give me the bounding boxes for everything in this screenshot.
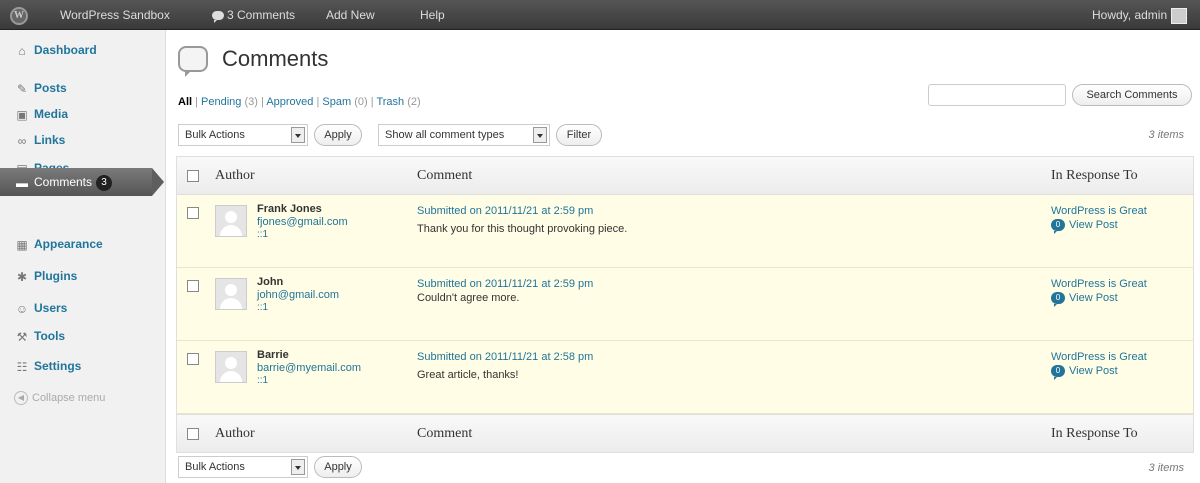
pending-count-badge: 3 — [96, 174, 113, 191]
column-comment-header: Comment — [417, 168, 473, 183]
sidebar-item-links[interactable]: ∞ Links — [0, 126, 166, 154]
comment-count-bubble-icon: 0 — [1051, 365, 1065, 381]
filter-all-link[interactable]: All — [178, 96, 192, 108]
comments-table: Author Comment In Response To Frank Jone… — [176, 156, 1194, 453]
site-name-link[interactable]: WordPress Sandbox — [60, 0, 170, 30]
sidebar-item-tools[interactable]: ⚒ Tools — [0, 322, 166, 350]
view-post-link[interactable]: 0 View Post — [1051, 219, 1118, 235]
author-name: John — [257, 276, 284, 288]
apply-button-bottom[interactable]: Apply — [314, 456, 362, 478]
filter-button[interactable]: Filter — [556, 124, 602, 146]
search-input[interactable] — [928, 84, 1066, 106]
view-post-link[interactable]: 0 View Post — [1051, 292, 1118, 308]
table-row: John john@gmail.com ::1 Submitted on 201… — [177, 268, 1193, 341]
comment-type-select[interactable]: Show all comment types — [378, 124, 550, 146]
sidebar-item-settings[interactable]: ☷ Settings — [0, 352, 166, 380]
author-ip-link[interactable]: ::1 — [257, 375, 268, 386]
add-new-link[interactable]: Add New — [326, 0, 375, 30]
comment-count-bubble-icon: 0 — [1051, 292, 1065, 308]
plugins-icon: ✱ — [16, 269, 28, 284]
chevron-down-icon — [291, 127, 305, 143]
filter-spam-link[interactable]: Spam (0) — [322, 96, 367, 108]
links-icon: ∞ — [17, 133, 27, 148]
author-email-link[interactable]: john@gmail.com — [257, 289, 339, 301]
comment-text: Couldn't agree more. — [417, 292, 520, 304]
sidebar-item-plugins[interactable]: ✱ Plugins — [0, 262, 166, 290]
collapse-menu-button[interactable]: ◀ Collapse menu — [0, 384, 166, 412]
avatar — [215, 351, 247, 383]
column-author-header[interactable]: Author — [215, 157, 255, 195]
avatar — [1171, 7, 1188, 24]
help-link[interactable]: Help — [420, 0, 445, 30]
submitted-date-link[interactable]: Submitted on 2011/11/21 at 2:59 pm — [417, 278, 593, 290]
select-all-checkbox[interactable] — [187, 170, 199, 182]
users-icon: ☺ — [15, 301, 29, 316]
avatar — [215, 205, 247, 237]
sidebar-item-appearance[interactable]: ▦ Appearance — [0, 230, 166, 258]
bulk-actions-select-bottom[interactable]: Bulk Actions — [178, 456, 308, 478]
sidebar-item-users[interactable]: ☺ Users — [0, 294, 166, 322]
submitted-date-link[interactable]: Submitted on 2011/11/21 at 2:58 pm — [417, 351, 593, 363]
sidebar-item-media[interactable]: ▣ Media — [0, 100, 166, 128]
table-header: Author Comment In Response To — [177, 157, 1193, 195]
column-response-header[interactable]: In Response To — [1051, 157, 1138, 195]
dashboard-icon: ⌂ — [18, 43, 26, 58]
sidebar-item-comments[interactable]: ▬ Comments 3 — [0, 168, 164, 196]
settings-icon: ☷ — [16, 359, 28, 374]
response-post-link[interactable]: WordPress is Great — [1051, 278, 1147, 290]
author-email-link[interactable]: barrie@myemail.com — [257, 362, 361, 374]
tools-icon: ⚒ — [16, 329, 28, 344]
select-all-checkbox-bottom[interactable] — [187, 428, 199, 440]
author-email-link[interactable]: fjones@gmail.com — [257, 216, 348, 228]
comment-text: Thank you for this thought provoking pie… — [417, 223, 628, 235]
bulk-actions-select-top[interactable]: Bulk Actions — [178, 124, 308, 146]
comments-link[interactable]: 3 Comments — [212, 0, 295, 30]
response-post-link[interactable]: WordPress is Great — [1051, 351, 1147, 363]
table-footer: Author Comment In Response To — [177, 414, 1193, 452]
items-count-top: 3 items — [1148, 129, 1184, 141]
comment-count-bubble-icon: 0 — [1051, 219, 1065, 235]
admin-sidebar: ⌂Dashboard ✎Posts ▣Media ∞Links ▤Pages ▬… — [0, 30, 166, 483]
posts-icon: ✎ — [16, 81, 28, 96]
submitted-date-link[interactable]: Submitted on 2011/11/21 at 2:59 pm — [417, 205, 593, 217]
admin-bar: W WordPress Sandbox 3 Comments Add New H… — [0, 0, 1200, 30]
column-author-footer[interactable]: Author — [215, 415, 255, 453]
page-title: Comments — [222, 46, 329, 71]
row-checkbox[interactable] — [187, 353, 199, 365]
column-comment-footer: Comment — [417, 426, 473, 441]
sidebar-item-posts[interactable]: ✎ Posts — [0, 74, 166, 102]
response-post-link[interactable]: WordPress is Great — [1051, 205, 1147, 217]
search-comments-button[interactable]: Search Comments — [1072, 84, 1192, 106]
filter-approved-link[interactable]: Approved — [266, 96, 313, 108]
view-post-link[interactable]: 0 View Post — [1051, 365, 1118, 381]
appearance-icon: ▦ — [16, 237, 28, 252]
collapse-arrow-icon: ◀ — [14, 391, 28, 406]
comments-icon: ▬ — [16, 175, 28, 190]
howdy-account[interactable]: Howdy, admin — [1092, 0, 1188, 30]
main-content: Comments All | Pending (3) | Approved | … — [166, 30, 1200, 483]
media-icon: ▣ — [16, 107, 28, 122]
author-ip-link[interactable]: ::1 — [257, 302, 268, 313]
items-count-bottom: 3 items — [1148, 462, 1184, 474]
column-response-footer[interactable]: In Response To — [1051, 415, 1138, 453]
wordpress-logo-icon[interactable]: W — [10, 0, 28, 30]
comment-bubble-icon — [212, 11, 224, 24]
filter-pending-link[interactable]: Pending (3) — [201, 96, 258, 108]
sidebar-item-dashboard[interactable]: ⌂ Dashboard — [0, 36, 166, 64]
author-name: Frank Jones — [257, 203, 322, 215]
chevron-down-icon — [291, 459, 305, 475]
chevron-down-icon — [533, 127, 547, 143]
comment-text: Great article, thanks! — [417, 369, 519, 381]
avatar — [215, 278, 247, 310]
filter-trash-link[interactable]: Trash (2) — [376, 96, 420, 108]
comments-page-icon — [178, 46, 208, 77]
author-ip-link[interactable]: ::1 — [257, 229, 268, 240]
row-checkbox[interactable] — [187, 280, 199, 292]
row-checkbox[interactable] — [187, 207, 199, 219]
table-row: Barrie barrie@myemail.com ::1 Submitted … — [177, 341, 1193, 414]
apply-button-top[interactable]: Apply — [314, 124, 362, 146]
comment-status-filters: All | Pending (3) | Approved | Spam (0) … — [178, 96, 421, 108]
table-row: Frank Jones fjones@gmail.com ::1 Submitt… — [177, 195, 1193, 268]
author-name: Barrie — [257, 349, 289, 361]
